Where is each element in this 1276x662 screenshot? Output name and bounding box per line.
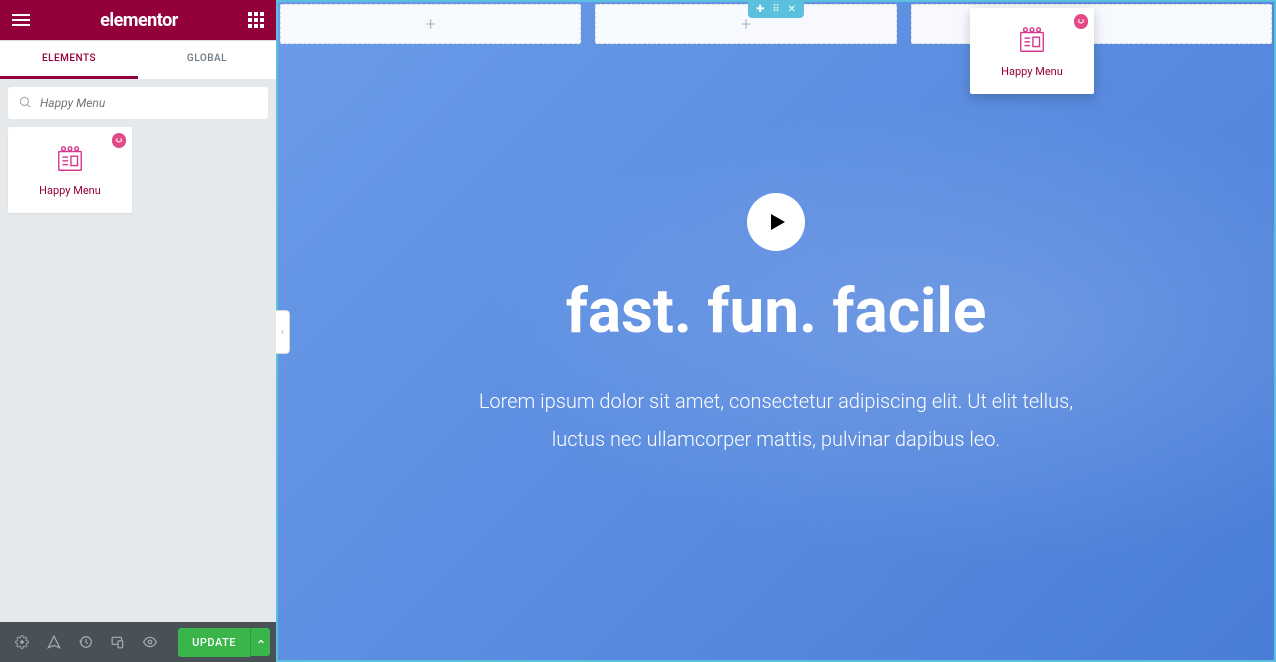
- add-section-icon[interactable]: ✚: [756, 4, 764, 15]
- widgets-list: Happy Menu: [0, 127, 276, 213]
- history-button[interactable]: [70, 626, 102, 658]
- play-button[interactable]: [747, 193, 805, 251]
- widget-happy-menu[interactable]: Happy Menu: [8, 127, 132, 213]
- search-wrapper: [0, 79, 276, 127]
- plus-icon: +: [426, 14, 436, 35]
- panel-header: elementor: [0, 0, 276, 40]
- edit-section-icon[interactable]: ⠿: [772, 4, 779, 15]
- hero-title: fast. fun. facile: [566, 275, 987, 348]
- hero-section: fast. fun. facile Lorem ipsum dolor sit …: [276, 48, 1276, 662]
- editor-canvas: ✚ ⠿ ✕ + + Happy Menu fast. fun. facile L…: [276, 0, 1276, 662]
- column-dropzone-1[interactable]: +: [280, 4, 581, 44]
- play-icon: [771, 214, 785, 230]
- update-options-button[interactable]: [250, 628, 270, 656]
- panel-footer: UPDATE: [0, 622, 276, 662]
- happyaddons-badge-icon: [112, 133, 126, 147]
- happy-menu-icon: [1017, 25, 1047, 55]
- navigator-button[interactable]: [38, 626, 70, 658]
- menu-button[interactable]: [12, 14, 30, 26]
- dragging-widget-happy-menu[interactable]: Happy Menu: [970, 8, 1094, 94]
- happyaddons-badge-icon: [1074, 14, 1088, 28]
- search-input[interactable]: [8, 87, 268, 119]
- panel-tabs: ELEMENTS GLOBAL: [0, 40, 276, 79]
- hero-description: Lorem ipsum dolor sit amet, consectetur …: [456, 382, 1096, 458]
- elementor-panel: elementor ELEMENTS GLOBAL Happy Menu: [0, 0, 276, 662]
- section-handle: ✚ ⠿ ✕: [748, 0, 804, 18]
- widgets-grid-button[interactable]: [248, 12, 264, 28]
- settings-button[interactable]: [6, 626, 38, 658]
- widget-label: Happy Menu: [1001, 65, 1063, 78]
- elementor-logo: elementor: [100, 10, 178, 31]
- tab-elements[interactable]: ELEMENTS: [0, 41, 138, 79]
- collapse-panel-button[interactable]: ‹: [276, 310, 290, 354]
- tab-global[interactable]: GLOBAL: [138, 41, 276, 79]
- preview-button[interactable]: [134, 626, 166, 658]
- update-button[interactable]: UPDATE: [178, 628, 250, 657]
- responsive-button[interactable]: [102, 626, 134, 658]
- happy-menu-icon: [55, 144, 85, 174]
- search-icon: [18, 95, 32, 109]
- delete-section-icon[interactable]: ✕: [788, 4, 796, 15]
- column-dropzone-2[interactable]: +: [595, 4, 896, 44]
- widget-label: Happy Menu: [39, 184, 101, 197]
